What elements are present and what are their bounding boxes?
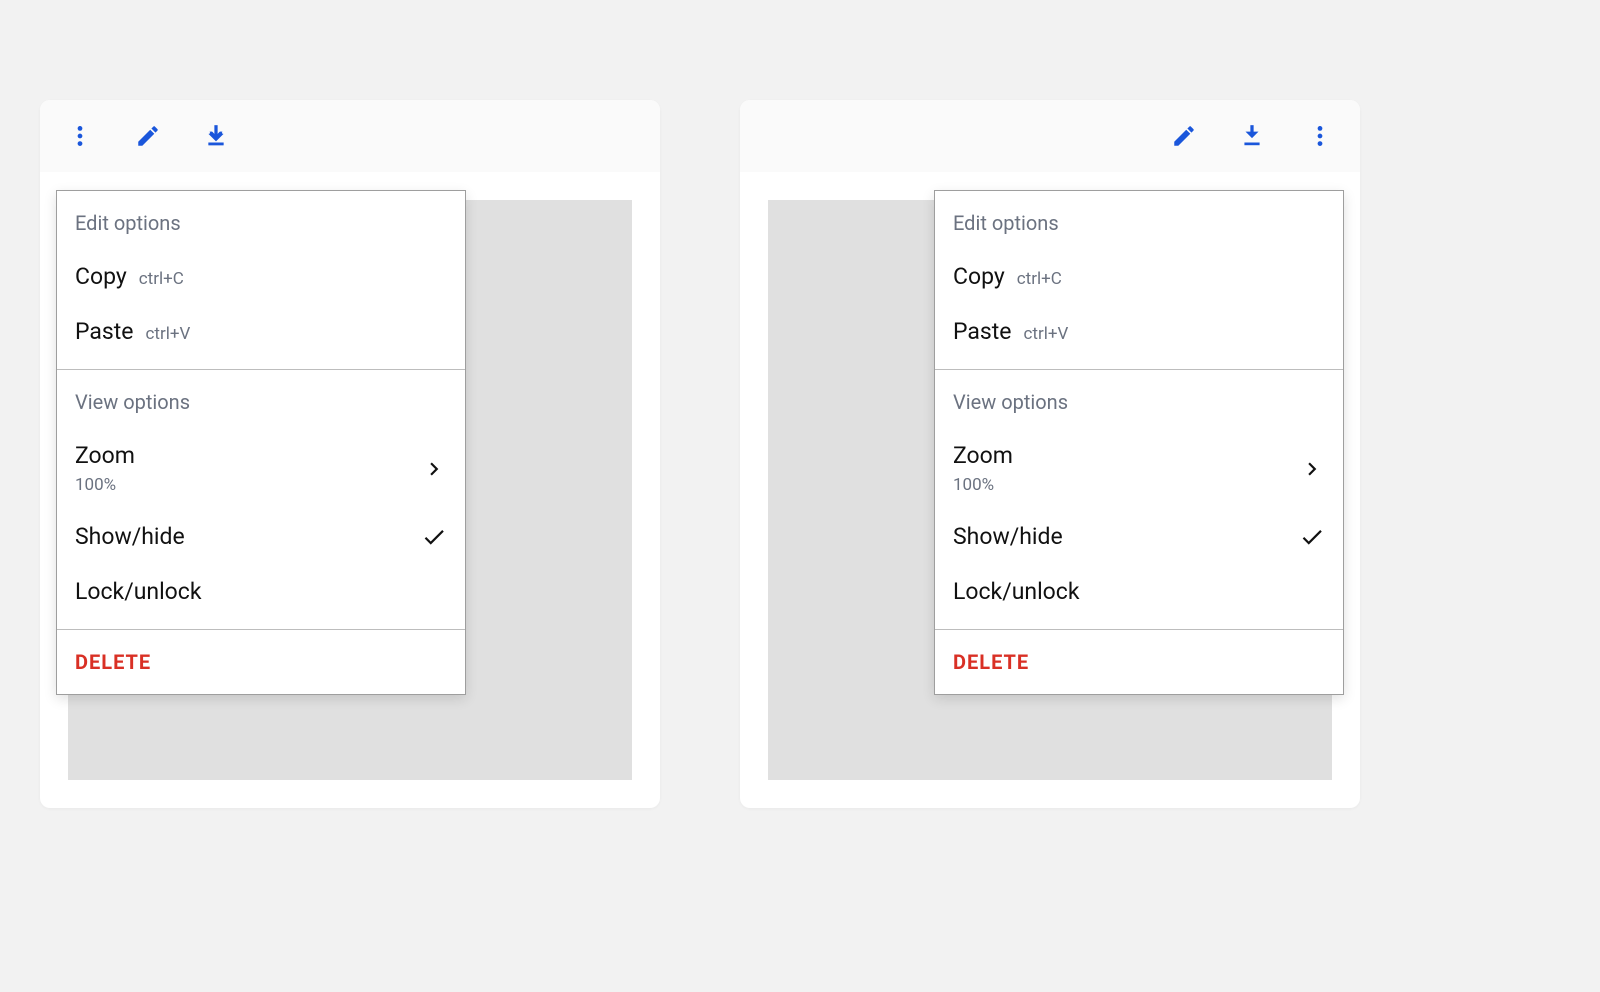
dropdown-menu: Edit options Copy ctrl+C Paste ctrl+V Vi… xyxy=(934,190,1344,695)
chevron-right-icon xyxy=(421,456,447,482)
menu-item-shortcut: ctrl+V xyxy=(1024,324,1069,344)
menu-item-show-hide[interactable]: Show/hide xyxy=(57,509,465,564)
menu-item-shortcut: ctrl+C xyxy=(139,269,184,289)
menu-item-zoom[interactable]: Zoom 100% xyxy=(57,428,465,509)
menu-section-view: View options Zoom 100% Show/hide Lock/un… xyxy=(57,369,465,629)
menu-section-edit: Edit options Copy ctrl+C Paste ctrl+V xyxy=(935,191,1343,369)
menu-header-view: View options xyxy=(935,386,1343,428)
card-left: Edit options Copy ctrl+C Paste ctrl+V Vi… xyxy=(40,100,660,808)
menu-item-delete[interactable]: DELETE xyxy=(935,630,1343,694)
download-icon xyxy=(1239,123,1265,149)
menu-item-label: Show/hide xyxy=(953,523,1063,550)
menu-section-destructive: DELETE xyxy=(57,629,465,694)
menu-item-label: Lock/unlock xyxy=(75,578,201,605)
more-vertical-icon xyxy=(67,123,93,149)
menu-item-shortcut: ctrl+V xyxy=(146,324,191,344)
menu-item-paste[interactable]: Paste ctrl+V xyxy=(57,304,465,359)
menu-header-edit: Edit options xyxy=(57,207,465,249)
menu-item-lock-unlock[interactable]: Lock/unlock xyxy=(935,564,1343,619)
download-button[interactable] xyxy=(1232,116,1272,156)
chevron-right-icon xyxy=(1299,456,1325,482)
menu-header-edit: Edit options xyxy=(935,207,1343,249)
more-button[interactable] xyxy=(1300,116,1340,156)
menu-item-delete[interactable]: DELETE xyxy=(57,630,465,694)
edit-button[interactable] xyxy=(128,116,168,156)
more-vertical-icon xyxy=(1307,123,1333,149)
menu-section-edit: Edit options Copy ctrl+C Paste ctrl+V xyxy=(57,191,465,369)
menu-item-label: Zoom xyxy=(75,442,135,469)
menu-section-view: View options Zoom 100% Show/hide Lock/un… xyxy=(935,369,1343,629)
menu-item-sublabel: 100% xyxy=(75,475,135,495)
dropdown-menu: Edit options Copy ctrl+C Paste ctrl+V Vi… xyxy=(56,190,466,695)
menu-item-label: Paste xyxy=(953,318,1012,345)
menu-item-label: Lock/unlock xyxy=(953,578,1079,605)
download-button[interactable] xyxy=(196,116,236,156)
check-icon xyxy=(421,524,447,550)
menu-section-destructive: DELETE xyxy=(935,629,1343,694)
download-icon xyxy=(203,123,229,149)
menu-item-copy[interactable]: Copy ctrl+C xyxy=(935,249,1343,304)
menu-item-label: Copy xyxy=(953,263,1005,290)
card-right: Edit options Copy ctrl+C Paste ctrl+V Vi… xyxy=(740,100,1360,808)
menu-item-label: Zoom xyxy=(953,442,1013,469)
menu-item-lock-unlock[interactable]: Lock/unlock xyxy=(57,564,465,619)
card-header-left xyxy=(40,100,660,172)
edit-button[interactable] xyxy=(1164,116,1204,156)
menu-item-copy[interactable]: Copy ctrl+C xyxy=(57,249,465,304)
menu-item-label: Copy xyxy=(75,263,127,290)
check-icon xyxy=(1299,524,1325,550)
pencil-icon xyxy=(1171,123,1197,149)
menu-item-show-hide[interactable]: Show/hide xyxy=(935,509,1343,564)
menu-item-shortcut: ctrl+C xyxy=(1017,269,1062,289)
menu-item-label: Paste xyxy=(75,318,134,345)
menu-item-zoom[interactable]: Zoom 100% xyxy=(935,428,1343,509)
menu-item-paste[interactable]: Paste ctrl+V xyxy=(935,304,1343,359)
pencil-icon xyxy=(135,123,161,149)
card-header-right xyxy=(740,100,1360,172)
menu-item-sublabel: 100% xyxy=(953,475,1013,495)
menu-header-view: View options xyxy=(57,386,465,428)
more-button[interactable] xyxy=(60,116,100,156)
menu-item-label: Show/hide xyxy=(75,523,185,550)
